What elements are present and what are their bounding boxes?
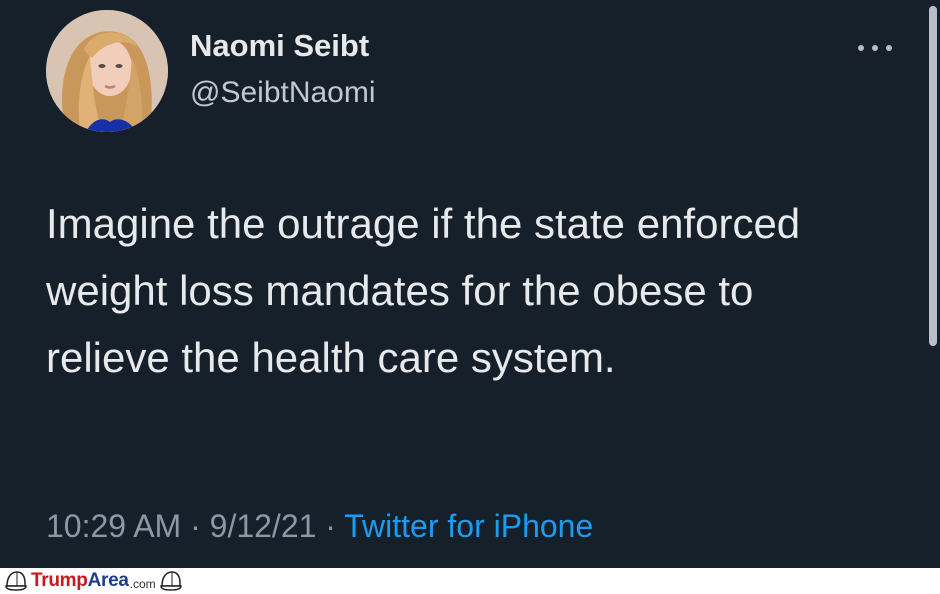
- more-horizontal-icon-dot: [872, 45, 878, 51]
- watermark-bar: Trump Area .com: [0, 568, 940, 594]
- separator-dot: ·: [190, 508, 201, 544]
- meta-separator: ·: [325, 508, 344, 544]
- scrollbar[interactable]: [928, 0, 940, 568]
- more-horizontal-icon-dot: [886, 45, 892, 51]
- tweet-source-link[interactable]: Twitter for iPhone: [344, 508, 593, 544]
- separator-dot: ·: [325, 508, 336, 544]
- tweet-date[interactable]: 9/12/21: [210, 508, 317, 544]
- tweet-metadata: 10:29 AM · 9/12/21 · Twitter for iPhone: [46, 508, 593, 545]
- author-display-name[interactable]: Naomi Seibt: [190, 28, 369, 64]
- more-options-button[interactable]: [858, 38, 892, 58]
- maga-hat-icon-right: [159, 571, 182, 591]
- author-avatar[interactable]: [46, 10, 168, 132]
- watermark-domain-suffix: .com: [129, 576, 156, 591]
- watermark-brand-area: Area: [87, 570, 129, 591]
- more-horizontal-icon: [858, 45, 864, 51]
- watermark-brand-trump: Trump: [31, 570, 88, 591]
- avatar-photo-icon: [46, 10, 168, 132]
- meta-separator: ·: [190, 508, 210, 544]
- watermark-logo: Trump Area .com: [4, 569, 183, 593]
- author-handle[interactable]: @SeibtNaomi: [190, 76, 376, 110]
- tweet-text: Imagine the outrage if the state enforce…: [46, 200, 801, 381]
- tweet-time[interactable]: 10:29 AM: [46, 508, 181, 544]
- maga-hat-icon: [5, 571, 27, 591]
- tweet-card: Naomi Seibt @SeibtNaomi Imagine the outr…: [0, 0, 940, 568]
- scrollbar-thumb[interactable]: [929, 6, 937, 346]
